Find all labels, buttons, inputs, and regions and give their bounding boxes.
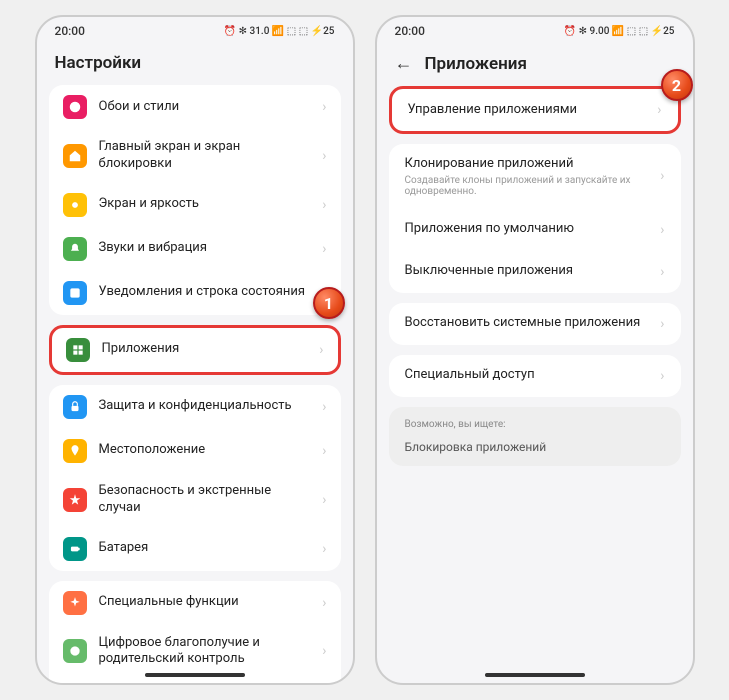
row-label: Специальный доступ: [405, 367, 649, 384]
chevron-right-icon: ›: [660, 222, 664, 238]
row-label: Управление приложениями: [408, 102, 646, 119]
chevron-right-icon: ›: [319, 342, 323, 358]
row-label: Цифровое благополучие и родительский кон…: [99, 635, 311, 669]
page-title: Настройки: [55, 53, 142, 73]
settings-group-2: Защита и конфиденциальность › Местополож…: [49, 385, 341, 571]
highlighted-manage-apps: Управление приложениями ›: [389, 86, 681, 134]
chevron-right-icon: ›: [322, 541, 326, 557]
row-battery[interactable]: Батарея ›: [49, 527, 341, 571]
chevron-right-icon: ›: [322, 241, 326, 257]
back-button[interactable]: ←: [395, 53, 413, 74]
row-wellbeing[interactable]: Цифровое благополучие и родительский кон…: [49, 625, 341, 679]
row-additional[interactable]: Дополнительные настройки ›: [49, 678, 341, 683]
battery-icon: [63, 537, 87, 561]
phone-screen-2: 20:00 ⏰ ✻ 9.00 📶 ⬚ ⬚ ⚡25 ← Приложения Уп…: [375, 15, 695, 685]
row-label: Главный экран и экран блокировки: [99, 139, 311, 173]
star-icon: [63, 488, 87, 512]
row-label: Батарея: [99, 540, 311, 557]
page-title: Приложения: [425, 54, 527, 74]
settings-group-3: Специальные функции › Цифровое благополу…: [49, 581, 341, 683]
apps-group-1: Клонирование приложений Создавайте клоны…: [389, 144, 681, 293]
apps-list[interactable]: Управление приложениями › Клонирование п…: [377, 86, 693, 683]
sun-icon: [63, 193, 87, 217]
wellbeing-icon: [63, 639, 87, 663]
row-label: Местоположение: [99, 442, 311, 459]
status-icons: ⏰ ✻ 31.0 📶 ⬚ ⬚ ⚡25: [224, 26, 335, 37]
status-bar: 20:00 ⏰ ✻ 9.00 📶 ⬚ ⬚ ⚡25: [377, 17, 693, 45]
row-label: Обои и стили: [99, 99, 311, 116]
apps-icon: [66, 338, 90, 362]
chevron-right-icon: ›: [660, 368, 664, 384]
settings-list[interactable]: Обои и стили › Главный экран и экран бло…: [37, 85, 353, 683]
row-label: Выключенные приложения: [405, 263, 649, 280]
row-wallpaper[interactable]: Обои и стили ›: [49, 85, 341, 129]
chevron-right-icon: ›: [322, 399, 326, 415]
row-special[interactable]: Специальные функции ›: [49, 581, 341, 625]
row-location[interactable]: Местоположение ›: [49, 429, 341, 473]
chevron-right-icon: ›: [660, 316, 664, 332]
status-time: 20:00: [55, 24, 85, 38]
sparkle-icon: [63, 591, 87, 615]
chevron-right-icon: ›: [660, 168, 664, 184]
step-badge-2: 2: [661, 69, 693, 101]
row-privacy[interactable]: Защита и конфиденциальность ›: [49, 385, 341, 429]
chevron-right-icon: ›: [322, 643, 326, 659]
row-display[interactable]: Экран и яркость ›: [49, 183, 341, 227]
bell-icon: [63, 237, 87, 261]
chevron-right-icon: ›: [322, 197, 326, 213]
chevron-right-icon: ›: [322, 99, 326, 115]
row-subtitle: Создавайте клоны приложений и запускайте…: [405, 175, 649, 197]
notification-icon: [63, 281, 87, 305]
header: ← Приложения: [377, 45, 693, 86]
status-time: 20:00: [395, 24, 425, 38]
highlighted-apps-row: Приложения ›: [49, 325, 341, 375]
row-label: Уведомления и строка состояния: [99, 284, 311, 301]
row-emergency[interactable]: Безопасность и экстренные случаи ›: [49, 473, 341, 527]
row-label: Приложения по умолчанию: [405, 221, 649, 238]
row-apps[interactable]: Приложения ›: [52, 328, 338, 372]
row-manage-apps[interactable]: Управление приложениями ›: [392, 89, 678, 131]
row-notifications[interactable]: Уведомления и строка состояния ›: [49, 271, 341, 315]
row-label: Приложения: [102, 341, 308, 358]
lock-icon: [63, 395, 87, 419]
chevron-right-icon: ›: [322, 595, 326, 611]
row-label: Звуки и вибрация: [99, 240, 311, 257]
row-default-apps[interactable]: Приложения по умолчанию ›: [389, 209, 681, 251]
status-bar: 20:00 ⏰ ✻ 31.0 📶 ⬚ ⬚ ⚡25: [37, 17, 353, 45]
nav-indicator: [485, 673, 585, 677]
row-label: Экран и яркость: [99, 196, 311, 213]
hint-item[interactable]: Блокировка приложений: [405, 440, 665, 454]
row-special-access[interactable]: Специальный доступ ›: [389, 355, 681, 397]
chevron-right-icon: ›: [322, 492, 326, 508]
row-label: Восстановить системные приложения: [405, 315, 649, 332]
row-label: Специальные функции: [99, 594, 311, 611]
chevron-right-icon: ›: [660, 264, 664, 280]
row-label: Безопасность и экстренные случаи: [99, 483, 311, 517]
settings-group-1: Обои и стили › Главный экран и экран бло…: [49, 85, 341, 315]
phone-screen-1: 20:00 ⏰ ✻ 31.0 📶 ⬚ ⬚ ⚡25 Настройки Обои …: [35, 15, 355, 685]
chevron-right-icon: ›: [322, 443, 326, 459]
apps-group-3: Специальный доступ ›: [389, 355, 681, 397]
row-restore-system[interactable]: Восстановить системные приложения ›: [389, 303, 681, 345]
pin-icon: [63, 439, 87, 463]
row-homescreen[interactable]: Главный экран и экран блокировки ›: [49, 129, 341, 183]
home-icon: [63, 144, 87, 168]
chevron-right-icon: ›: [657, 102, 661, 118]
header: Настройки: [37, 45, 353, 85]
row-label: Защита и конфиденциальность: [99, 398, 311, 415]
hint-card: Возможно, вы ищете: Блокировка приложени…: [389, 407, 681, 466]
apps-group-2: Восстановить системные приложения ›: [389, 303, 681, 345]
row-clone-apps[interactable]: Клонирование приложений Создавайте клоны…: [389, 144, 681, 209]
chevron-right-icon: ›: [322, 148, 326, 164]
palette-icon: [63, 95, 87, 119]
status-icons: ⏰ ✻ 9.00 📶 ⬚ ⬚ ⚡25: [564, 26, 675, 37]
row-sound[interactable]: Звуки и вибрация ›: [49, 227, 341, 271]
step-badge-1: 1: [313, 287, 345, 319]
row-disabled-apps[interactable]: Выключенные приложения ›: [389, 251, 681, 293]
row-label: Клонирование приложений: [405, 156, 649, 173]
nav-indicator: [145, 673, 245, 677]
hint-title: Возможно, вы ищете:: [405, 419, 665, 430]
